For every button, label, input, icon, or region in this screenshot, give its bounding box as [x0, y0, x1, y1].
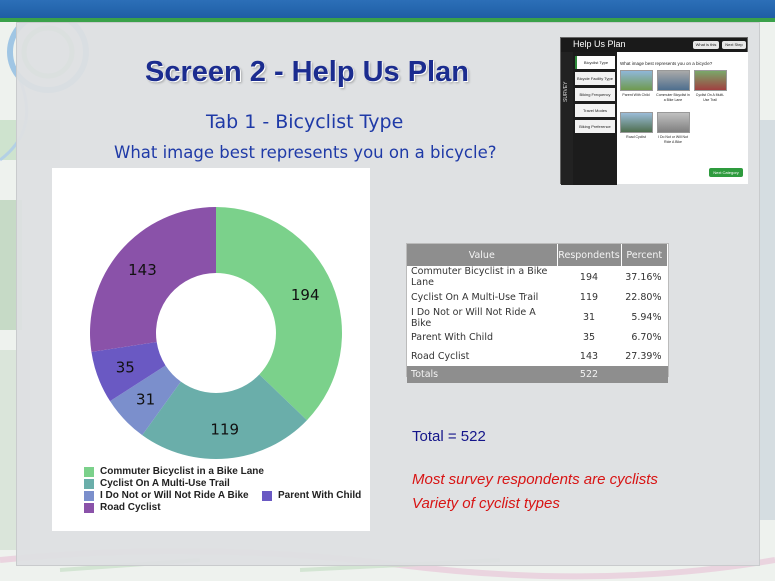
column-header-percent: Percent	[621, 244, 668, 266]
next-category-button[interactable]: Next Category	[709, 168, 743, 177]
tab-bicyclist-type[interactable]: Bicyclist Type	[575, 56, 615, 69]
legend-swatch	[84, 490, 94, 501]
row-respondents: 31	[582, 312, 596, 323]
legend-swatch	[84, 478, 94, 489]
table-row: Cyclist On A Multi-Use Trail 119 22.80%	[407, 288, 668, 307]
legend-swatch	[84, 466, 94, 477]
legend-label: Road Cyclist	[100, 502, 161, 513]
slice-value-label: 119	[210, 421, 239, 439]
table-row: Road Cyclist 143 27.39%	[407, 347, 668, 366]
tab-travel-modes[interactable]: Travel Modes	[575, 104, 615, 117]
row-respondents: 119	[579, 291, 599, 303]
slice-commuter[interactable]	[216, 207, 343, 421]
row-respondents: 194	[579, 271, 599, 283]
row-value: Cyclist On A Multi-Use Trail	[411, 291, 539, 303]
thumbnail-header: Help Us Plan What is this Next Step	[561, 38, 747, 52]
legend-item-road-cyclist[interactable]: Road Cyclist	[84, 502, 161, 513]
totals-label: Totals	[407, 365, 557, 383]
legend-label: Commuter Bicyclist in a Bike Lane	[100, 466, 264, 477]
table-header-row: Value Respondents Percent	[407, 244, 668, 266]
legend-label: Parent With Child	[278, 490, 362, 501]
survey-side-label: SURVEY	[563, 81, 569, 102]
tab-biking-preference[interactable]: Biking Preference	[575, 120, 615, 133]
survey-screen-thumbnail: Help Us Plan What is this Next Step SURV…	[560, 37, 748, 185]
table-totals-row: Totals 522	[407, 365, 668, 383]
table-row: Commuter Bicyclist in a Bike Lane 194 37…	[407, 266, 668, 288]
legend-label: Cyclist On A Multi-Use Trail	[100, 478, 230, 489]
row-percent: 22.80%	[625, 291, 662, 303]
column-header-respondents: Respondents	[557, 244, 622, 266]
legend-item-parent-with-child[interactable]: Parent With Child	[262, 490, 361, 501]
thumbnail-sidebar: SURVEY	[561, 52, 573, 185]
row-value: Commuter Bicyclist in a Bike Lane	[411, 266, 548, 288]
row-percent: 5.94%	[631, 312, 662, 323]
legend-item-multi-use-trail[interactable]: Cyclist On A Multi-Use Trail	[84, 478, 230, 489]
thumbnail-question: What image best represents you on a bicy…	[620, 61, 713, 66]
row-percent: 27.39%	[625, 350, 662, 362]
donut-chart: 194 119 3135 143	[90, 207, 343, 459]
slice-value-label: 35	[116, 358, 135, 376]
row-value: Road Cyclist	[411, 350, 470, 362]
top-banner	[0, 0, 775, 18]
option-image-commuter[interactable]	[657, 70, 690, 91]
option-image-multi-use-trail[interactable]	[694, 70, 727, 91]
row-value: I Do Not or Will Not Ride A Bike	[411, 306, 536, 329]
column-header-value: Value	[407, 244, 558, 266]
total-summary: Total = 522	[412, 428, 486, 445]
legend-swatch	[262, 490, 272, 501]
row-respondents: 35	[582, 332, 596, 344]
legend-item-do-not-ride[interactable]: I Do Not or Will Not Ride A Bike	[84, 490, 249, 501]
row-respondents: 143	[579, 350, 599, 362]
legend-item-commuter[interactable]: Commuter Bicyclist in a Bike Lane	[84, 466, 264, 477]
option-caption: Cyclist On A Multi-Use Trail	[695, 93, 725, 102]
option-caption: Road Cyclist	[626, 135, 646, 139]
thumbnail-content: What image best represents you on a bicy…	[617, 52, 748, 184]
note-variety: Variety of cyclist types	[412, 495, 560, 512]
slice-value-label: 194	[291, 286, 320, 304]
option-caption: Parent With Child	[622, 93, 650, 97]
legend-label: I Do Not or Will Not Ride A Bike	[100, 490, 249, 501]
what-is-this-button[interactable]: What is this	[693, 41, 719, 49]
table-row: I Do Not or Will Not Ride A Bike 31 5.94…	[407, 307, 668, 329]
legend-swatch	[84, 502, 94, 513]
next-step-button[interactable]: Next Step	[722, 41, 746, 49]
row-percent: 6.70%	[631, 332, 662, 344]
row-percent: 37.16%	[625, 271, 662, 283]
respondents-table: Value Respondents Percent Commuter Bicyc…	[406, 243, 669, 383]
slice-value-label: 31	[136, 391, 155, 409]
option-image-parent-with-child[interactable]	[620, 70, 653, 91]
row-value: Parent With Child	[411, 332, 493, 344]
thumbnail-title: Help Us Plan	[573, 39, 626, 49]
note-most-respondents: Most survey respondents are cyclists	[412, 471, 658, 488]
totals-respondents: 522	[557, 365, 621, 383]
option-caption: I Do Not or Will Not Ride A Bike	[658, 135, 688, 144]
option-caption: Commuter Bicyclist in a Bike Lane	[656, 93, 690, 102]
slide-title: Screen 2 - Help Us Plan	[145, 56, 469, 88]
option-image-do-not-ride[interactable]	[657, 112, 690, 133]
option-image-road-cyclist[interactable]	[620, 112, 653, 133]
table-row: Parent With Child 35 6.70%	[407, 329, 668, 348]
tab-biking-frequency[interactable]: Biking Frequency	[575, 88, 615, 101]
thumbnail-tab-list: Bicyclist Type Bicycle Facility Type Bik…	[573, 52, 617, 185]
slice-value-label: 143	[128, 261, 157, 279]
survey-question: What image best represents you on a bicy…	[114, 143, 497, 162]
slide-subtitle: Tab 1 - Bicyclist Type	[206, 111, 404, 133]
slice-road-cyclist[interactable]	[90, 207, 216, 352]
tab-bicycle-facility-type[interactable]: Bicycle Facility Type	[575, 72, 615, 85]
donut-chart-panel: 194 119 31 35 143 Commuter Bicyclist in a Bi…	[52, 168, 370, 531]
totals-percent	[621, 365, 668, 383]
